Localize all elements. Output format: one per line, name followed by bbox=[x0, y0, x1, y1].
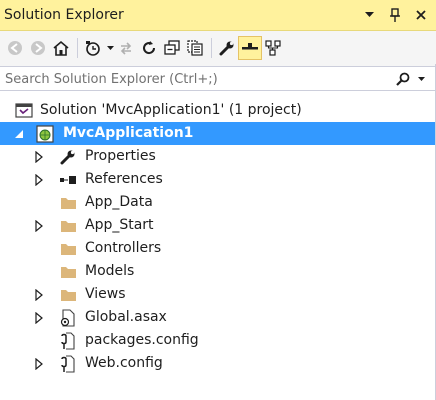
tree-node-app-data[interactable]: App_Data bbox=[0, 191, 435, 214]
folder-icon bbox=[59, 286, 77, 304]
toolbar bbox=[0, 31, 436, 64]
references-icon bbox=[59, 171, 77, 189]
filter-dropdown-button[interactable] bbox=[105, 37, 115, 59]
tree-node-label: Views bbox=[85, 286, 126, 302]
home-button[interactable] bbox=[50, 37, 72, 59]
properties-button[interactable] bbox=[216, 37, 238, 59]
preview-selected-items-button[interactable] bbox=[238, 35, 262, 60]
tree-node-packages-config[interactable]: packages.config bbox=[0, 329, 435, 352]
folder-icon bbox=[59, 217, 77, 235]
refresh-icon bbox=[143, 40, 156, 54]
tree-node-label: References bbox=[85, 171, 163, 187]
sync-arrows-icon bbox=[120, 41, 132, 55]
expand-triangle-icon[interactable] bbox=[33, 173, 45, 186]
wrench-icon bbox=[219, 41, 234, 55]
tree-node-label: Solution 'MvcApplication1' (1 project) bbox=[40, 102, 302, 118]
config-file-icon bbox=[59, 331, 77, 350]
wrench-icon bbox=[59, 148, 77, 166]
search-bar bbox=[0, 66, 435, 92]
expand-triangle-icon[interactable] bbox=[33, 219, 45, 232]
config-file-icon bbox=[59, 354, 77, 373]
expand-triangle-icon[interactable] bbox=[33, 357, 45, 370]
expand-triangle-icon[interactable] bbox=[33, 150, 45, 163]
tree-node-label: Controllers bbox=[85, 240, 162, 256]
tree-node-label: MvcApplication1 bbox=[63, 125, 194, 141]
tree-node-label: packages.config bbox=[85, 332, 199, 348]
tree-node-web-config[interactable]: Web.config bbox=[0, 352, 435, 375]
tree-node-models[interactable]: Models bbox=[0, 260, 435, 283]
show-all-files-button[interactable] bbox=[184, 37, 206, 59]
close-icon bbox=[416, 10, 426, 20]
view-class-diagram-button[interactable] bbox=[262, 37, 284, 59]
forward-button[interactable] bbox=[27, 37, 49, 59]
refresh-button[interactable] bbox=[138, 37, 160, 59]
forward-arrow-icon bbox=[31, 40, 45, 55]
solution-icon bbox=[15, 102, 33, 120]
tree-node-label: Web.config bbox=[85, 355, 163, 371]
folder-icon bbox=[59, 240, 77, 258]
chevron-down-icon bbox=[364, 12, 374, 17]
show-all-files-icon bbox=[187, 39, 203, 56]
pin-icon bbox=[390, 8, 400, 22]
chevron-down-icon bbox=[106, 45, 114, 50]
title-bar: Solution Explorer bbox=[0, 0, 436, 31]
clock-filter-icon bbox=[86, 40, 100, 56]
class-diagram-icon bbox=[265, 39, 281, 56]
expand-triangle-icon[interactable] bbox=[33, 288, 45, 301]
toolbar-separator bbox=[77, 37, 78, 58]
tree-node-properties[interactable]: Properties bbox=[0, 145, 435, 168]
sync-with-active-document-button[interactable] bbox=[115, 37, 137, 59]
tree-node-controllers[interactable]: Controllers bbox=[0, 237, 435, 260]
tree-node-global-asax[interactable]: Global.asax bbox=[0, 306, 435, 329]
search-input[interactable] bbox=[0, 67, 397, 92]
search-icon bbox=[396, 72, 410, 86]
tree-node-label: Properties bbox=[85, 148, 156, 164]
collapse-triangle-icon[interactable] bbox=[13, 128, 25, 140]
collapse-all-button[interactable] bbox=[161, 37, 183, 59]
tree-node-project[interactable]: MvcApplication1 bbox=[0, 122, 435, 145]
expand-triangle-icon[interactable] bbox=[33, 311, 45, 324]
toolbar-separator bbox=[211, 37, 212, 58]
close-button[interactable] bbox=[412, 5, 430, 25]
asax-file-icon bbox=[59, 308, 77, 327]
tree-node-label: App_Start bbox=[85, 217, 154, 233]
search-button[interactable] bbox=[394, 69, 412, 88]
solution-explorer-panel: Solution Explorer Search Solution Explor… bbox=[0, 0, 436, 400]
web-project-icon bbox=[36, 124, 54, 143]
auto-hide-pin-button[interactable] bbox=[386, 5, 404, 25]
solution-tree: Solution 'MvcApplication1' (1 project) M… bbox=[0, 91, 435, 400]
tree-node-solution[interactable]: Solution 'MvcApplication1' (1 project) bbox=[0, 99, 435, 122]
collapse-all-icon bbox=[164, 39, 180, 55]
back-button[interactable] bbox=[4, 37, 26, 59]
tree-node-label: App_Data bbox=[85, 194, 153, 210]
preview-icon bbox=[242, 42, 258, 49]
tree-node-references[interactable]: References bbox=[0, 168, 435, 191]
folder-icon bbox=[59, 263, 77, 281]
tree-node-label: Global.asax bbox=[85, 309, 167, 325]
folder-icon bbox=[59, 194, 77, 212]
window-position-dropdown-button[interactable] bbox=[360, 5, 378, 25]
tree-node-app-start[interactable]: App_Start bbox=[0, 214, 435, 237]
window-title: Solution Explorer bbox=[4, 7, 124, 23]
chevron-down-icon bbox=[417, 76, 425, 81]
pending-changes-filter-button[interactable] bbox=[82, 37, 104, 59]
search-options-dropdown[interactable] bbox=[414, 69, 428, 88]
tree-node-label: Models bbox=[85, 263, 135, 279]
back-arrow-icon bbox=[8, 40, 22, 55]
home-icon bbox=[53, 40, 69, 56]
tree-node-views[interactable]: Views bbox=[0, 283, 435, 306]
